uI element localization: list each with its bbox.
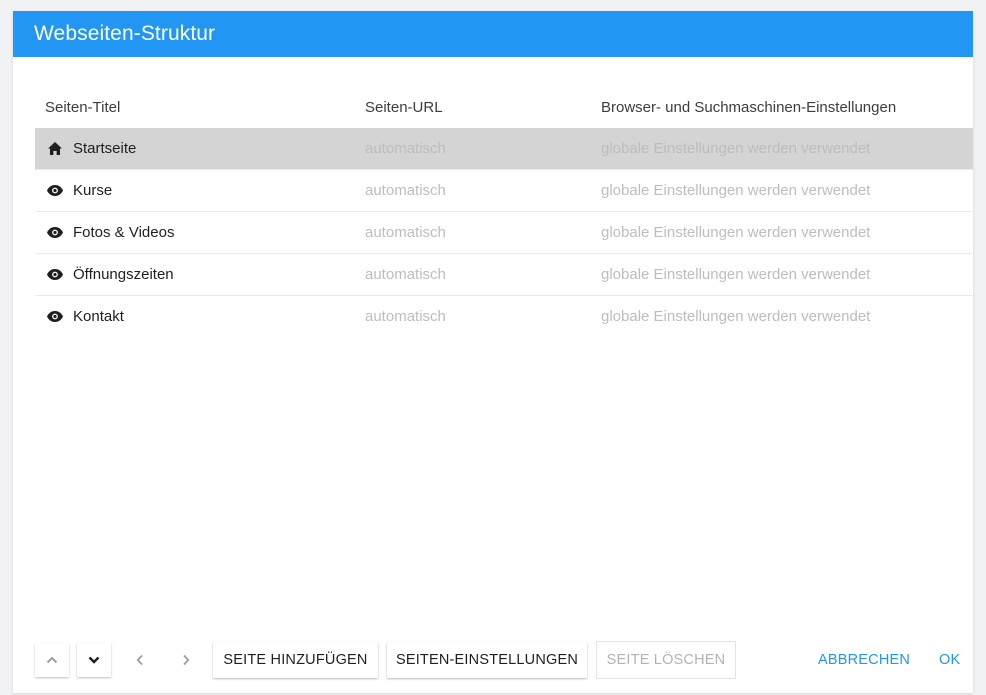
chevron-right-icon (182, 654, 190, 666)
move-up-button[interactable] (35, 643, 69, 677)
eye-icon (47, 267, 63, 283)
row-title-cell: Fotos & Videos (35, 224, 365, 241)
dialog-title: Webseiten-Struktur (13, 11, 973, 57)
page-seo-settings: globale Einstellungen werden verwendet (601, 266, 871, 283)
chevron-left-icon (136, 654, 144, 666)
page-url: automatisch (365, 266, 446, 283)
page-title: Kontakt (73, 308, 124, 325)
add-page-button[interactable]: SEITE HINZUFÜGEN (213, 642, 378, 678)
page-url: automatisch (365, 308, 446, 325)
page-url: automatisch (365, 224, 446, 241)
page-seo-settings: globale Einstellungen werden verwendet (601, 308, 871, 325)
move-down-button[interactable] (77, 643, 111, 677)
table-row[interactable]: Fotos & Videos automatisch globale Einst… (35, 211, 973, 253)
page-url: automatisch (365, 182, 446, 199)
page-settings-button[interactable]: SEITEN-EINSTELLUNGEN (387, 642, 587, 678)
row-title-cell: Kurse (35, 182, 365, 199)
row-title-cell: Startseite (35, 140, 365, 157)
row-title-cell: Öffnungszeiten (35, 266, 365, 283)
delete-page-button[interactable]: SEITE LÖSCHEN (597, 642, 735, 678)
page-url: automatisch (365, 140, 446, 157)
page-title: Kurse (73, 182, 113, 199)
table-row[interactable]: Kontakt automatisch globale Einstellunge… (35, 295, 973, 337)
move-left-button[interactable] (123, 643, 157, 677)
move-right-button[interactable] (169, 643, 203, 677)
table-row[interactable]: Startseite automatisch globale Einstellu… (35, 128, 973, 169)
chevron-down-icon (88, 656, 100, 664)
home-icon (47, 141, 63, 157)
chevron-up-icon (46, 656, 58, 664)
page-seo-settings: globale Einstellungen werden verwendet (601, 224, 871, 241)
eye-icon (47, 225, 63, 241)
ok-button[interactable]: OK (939, 642, 960, 678)
page-seo-settings: globale Einstellungen werden verwendet (601, 140, 871, 157)
table-header: Seiten-Titel Seiten-URL Browser- und Suc… (35, 87, 973, 128)
eye-icon (47, 309, 63, 325)
header-page-url: Seiten-URL (365, 99, 443, 116)
header-seo-settings: Browser- und Suchmaschinen-Einstellungen (601, 99, 897, 116)
row-title-cell: Kontakt (35, 308, 365, 325)
eye-icon (47, 183, 63, 199)
pages-table: Seiten-Titel Seiten-URL Browser- und Suc… (35, 87, 973, 337)
dialog-footer: SEITE HINZUFÜGEN SEITEN-EINSTELLUNGEN SE… (13, 615, 973, 693)
page-title: Öffnungszeiten (73, 266, 174, 283)
table-row[interactable]: Kurse automatisch globale Einstellungen … (35, 169, 973, 211)
page-seo-settings: globale Einstellungen werden verwendet (601, 182, 871, 199)
cancel-button[interactable]: ABBRECHEN (818, 642, 910, 678)
table-row[interactable]: Öffnungszeiten automatisch globale Einst… (35, 253, 973, 295)
page-title: Fotos & Videos (73, 224, 175, 241)
header-page-title: Seiten-Titel (45, 99, 121, 116)
page-title: Startseite (73, 140, 137, 157)
page-structure-dialog: Webseiten-Struktur Seiten-Titel Seiten-U… (13, 11, 973, 693)
